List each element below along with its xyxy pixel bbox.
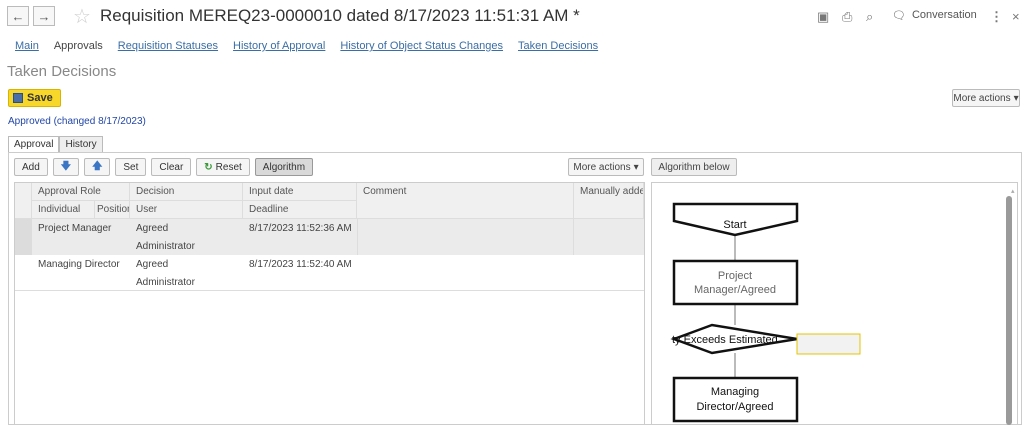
flowchart-canvas: Start Project Manager/Agreed ty Exceeds … bbox=[670, 188, 1015, 423]
col-input-date[interactable]: Input date bbox=[243, 183, 357, 201]
forward-button[interactable]: → bbox=[33, 6, 55, 26]
start-node-label: Start bbox=[723, 219, 746, 231]
arrow-up-icon: 🡅 bbox=[92, 160, 103, 172]
tab-history[interactable]: History bbox=[59, 136, 103, 152]
project-manager-label-line1: Project bbox=[718, 270, 752, 282]
cell-decision: Agreed bbox=[136, 222, 169, 234]
col-user[interactable]: User bbox=[130, 201, 243, 219]
col-position[interactable]: Position bbox=[95, 201, 130, 219]
scrollbar-thumb[interactable] bbox=[1006, 196, 1012, 425]
algorithm-flowchart: Start Project Manager/Agreed ty Exceeds … bbox=[651, 182, 1018, 425]
col-individual[interactable]: Individual bbox=[32, 201, 95, 219]
tab-history-of-object-status-changes[interactable]: History of Object Status Changes bbox=[340, 40, 503, 52]
back-button[interactable]: ← bbox=[7, 6, 29, 26]
table-row[interactable]: Managing Director Agreed 8/17/2023 11:52… bbox=[15, 255, 644, 291]
forward-arrow-icon: → bbox=[37, 8, 51, 24]
cell-input-date: 8/17/2023 11:52:40 AM bbox=[249, 258, 352, 270]
close-icon[interactable]: × bbox=[1012, 9, 1020, 24]
col-manually-added[interactable]: Manually added bbox=[574, 183, 644, 219]
move-up-button[interactable]: 🡅 bbox=[84, 158, 111, 176]
scroll-up-icon[interactable]: ▴ bbox=[1011, 188, 1015, 195]
tab-approvals[interactable]: Approvals bbox=[54, 40, 103, 52]
cell-role: Managing Director bbox=[38, 258, 120, 270]
tab-main[interactable]: Main bbox=[15, 40, 39, 52]
cell-comment bbox=[357, 219, 574, 255]
save-copy-icon[interactable]: ▣ bbox=[817, 9, 829, 25]
col-approval-role[interactable]: Approval Role bbox=[32, 183, 130, 201]
approval-toolbar: Add 🡇 🡅 Set Clear ↻ Reset Algorithm bbox=[14, 158, 314, 176]
window-title: Requisition MEREQ23-0000010 dated 8/17/2… bbox=[100, 6, 580, 25]
dropdown-arrow-icon: ▾ bbox=[633, 161, 639, 173]
cell-role: Project Manager bbox=[38, 222, 112, 234]
floppy-disk-icon bbox=[13, 93, 23, 103]
more-actions-button[interactable]: More actions ▾ bbox=[952, 89, 1020, 107]
approvals-table: Approval Role Decision Input date Commen… bbox=[14, 182, 645, 425]
project-manager-label-line2: Manager/Agreed bbox=[694, 284, 776, 296]
dropdown-arrow-icon: ▾ bbox=[1013, 92, 1019, 104]
managing-director-label-line2: Director/Agreed bbox=[696, 401, 773, 413]
save-button[interactable]: Save bbox=[8, 89, 61, 107]
cell-decision: Agreed bbox=[136, 258, 169, 270]
favorite-star-icon[interactable]: ☆ bbox=[73, 4, 91, 29]
cell-user: Administrator bbox=[136, 276, 195, 288]
nav-tabs: Main Approvals Requisition Statuses Hist… bbox=[15, 40, 613, 52]
clear-button[interactable]: Clear bbox=[151, 158, 192, 176]
tab-requisition-statuses[interactable]: Requisition Statuses bbox=[118, 40, 218, 52]
cell-input-date: 8/17/2023 11:52:36 AM bbox=[249, 222, 352, 234]
tab-approval[interactable]: Approval bbox=[8, 136, 60, 152]
managing-director-label-line1: Managing bbox=[711, 386, 759, 398]
chat-icon: 🗨 bbox=[892, 10, 906, 22]
preview-icon[interactable]: ⌕ bbox=[866, 9, 873, 25]
tab-taken-decisions[interactable]: Taken Decisions bbox=[518, 40, 598, 52]
conversation-label: Conversation bbox=[911, 9, 977, 21]
algorithm-below-button[interactable]: Algorithm below bbox=[651, 158, 737, 176]
table-row[interactable]: Project Manager Agreed 8/17/2023 11:52:3… bbox=[15, 219, 644, 255]
move-down-button[interactable]: 🡇 bbox=[52, 158, 80, 176]
print-icon[interactable]: ⎙ bbox=[842, 9, 852, 25]
managing-director-node[interactable] bbox=[672, 376, 799, 423]
header-gutter bbox=[15, 183, 32, 219]
cell-user: Administrator bbox=[136, 240, 195, 252]
more-actions-label: More actions bbox=[953, 92, 1011, 104]
tab-history-of-approval[interactable]: History of Approval bbox=[233, 40, 325, 52]
row-selector[interactable] bbox=[15, 219, 32, 255]
col-deadline[interactable]: Deadline bbox=[243, 201, 357, 219]
approval-status-link[interactable]: Approved (changed 8/17/2023) bbox=[8, 116, 146, 127]
arrow-down-icon: 🡇 bbox=[60, 160, 72, 172]
algorithm-button[interactable]: Algorithm bbox=[254, 158, 314, 176]
add-button[interactable]: Add bbox=[14, 158, 48, 176]
panel-tabs: Approval History bbox=[8, 136, 103, 152]
decision-label: ty Exceeds Estimated bbox=[672, 334, 778, 346]
grid-more-actions-button[interactable]: More actions ▾ bbox=[568, 158, 644, 176]
decision-edit-box[interactable] bbox=[796, 333, 861, 355]
section-title: Taken Decisions bbox=[7, 63, 117, 80]
reset-button[interactable]: ↻ Reset bbox=[196, 158, 250, 176]
menu-icon[interactable]: ⋮ bbox=[990, 9, 1003, 25]
set-button[interactable]: Set bbox=[115, 158, 147, 176]
refresh-icon: ↻ bbox=[204, 161, 213, 173]
back-arrow-icon: ← bbox=[11, 8, 25, 24]
title-bar: ← → ☆ Requisition MEREQ23-0000010 dated … bbox=[0, 0, 1024, 34]
project-manager-node[interactable] bbox=[672, 259, 799, 306]
col-comment[interactable]: Comment bbox=[357, 183, 574, 219]
conversation-button[interactable]: 🗨 Conversation bbox=[892, 9, 977, 22]
col-decision[interactable]: Decision bbox=[130, 183, 243, 201]
flowchart-scrollbar[interactable] bbox=[1005, 196, 1013, 425]
save-label: Save bbox=[27, 92, 53, 104]
grid-more-actions-label: More actions bbox=[573, 161, 631, 173]
reset-label: Reset bbox=[215, 161, 242, 173]
